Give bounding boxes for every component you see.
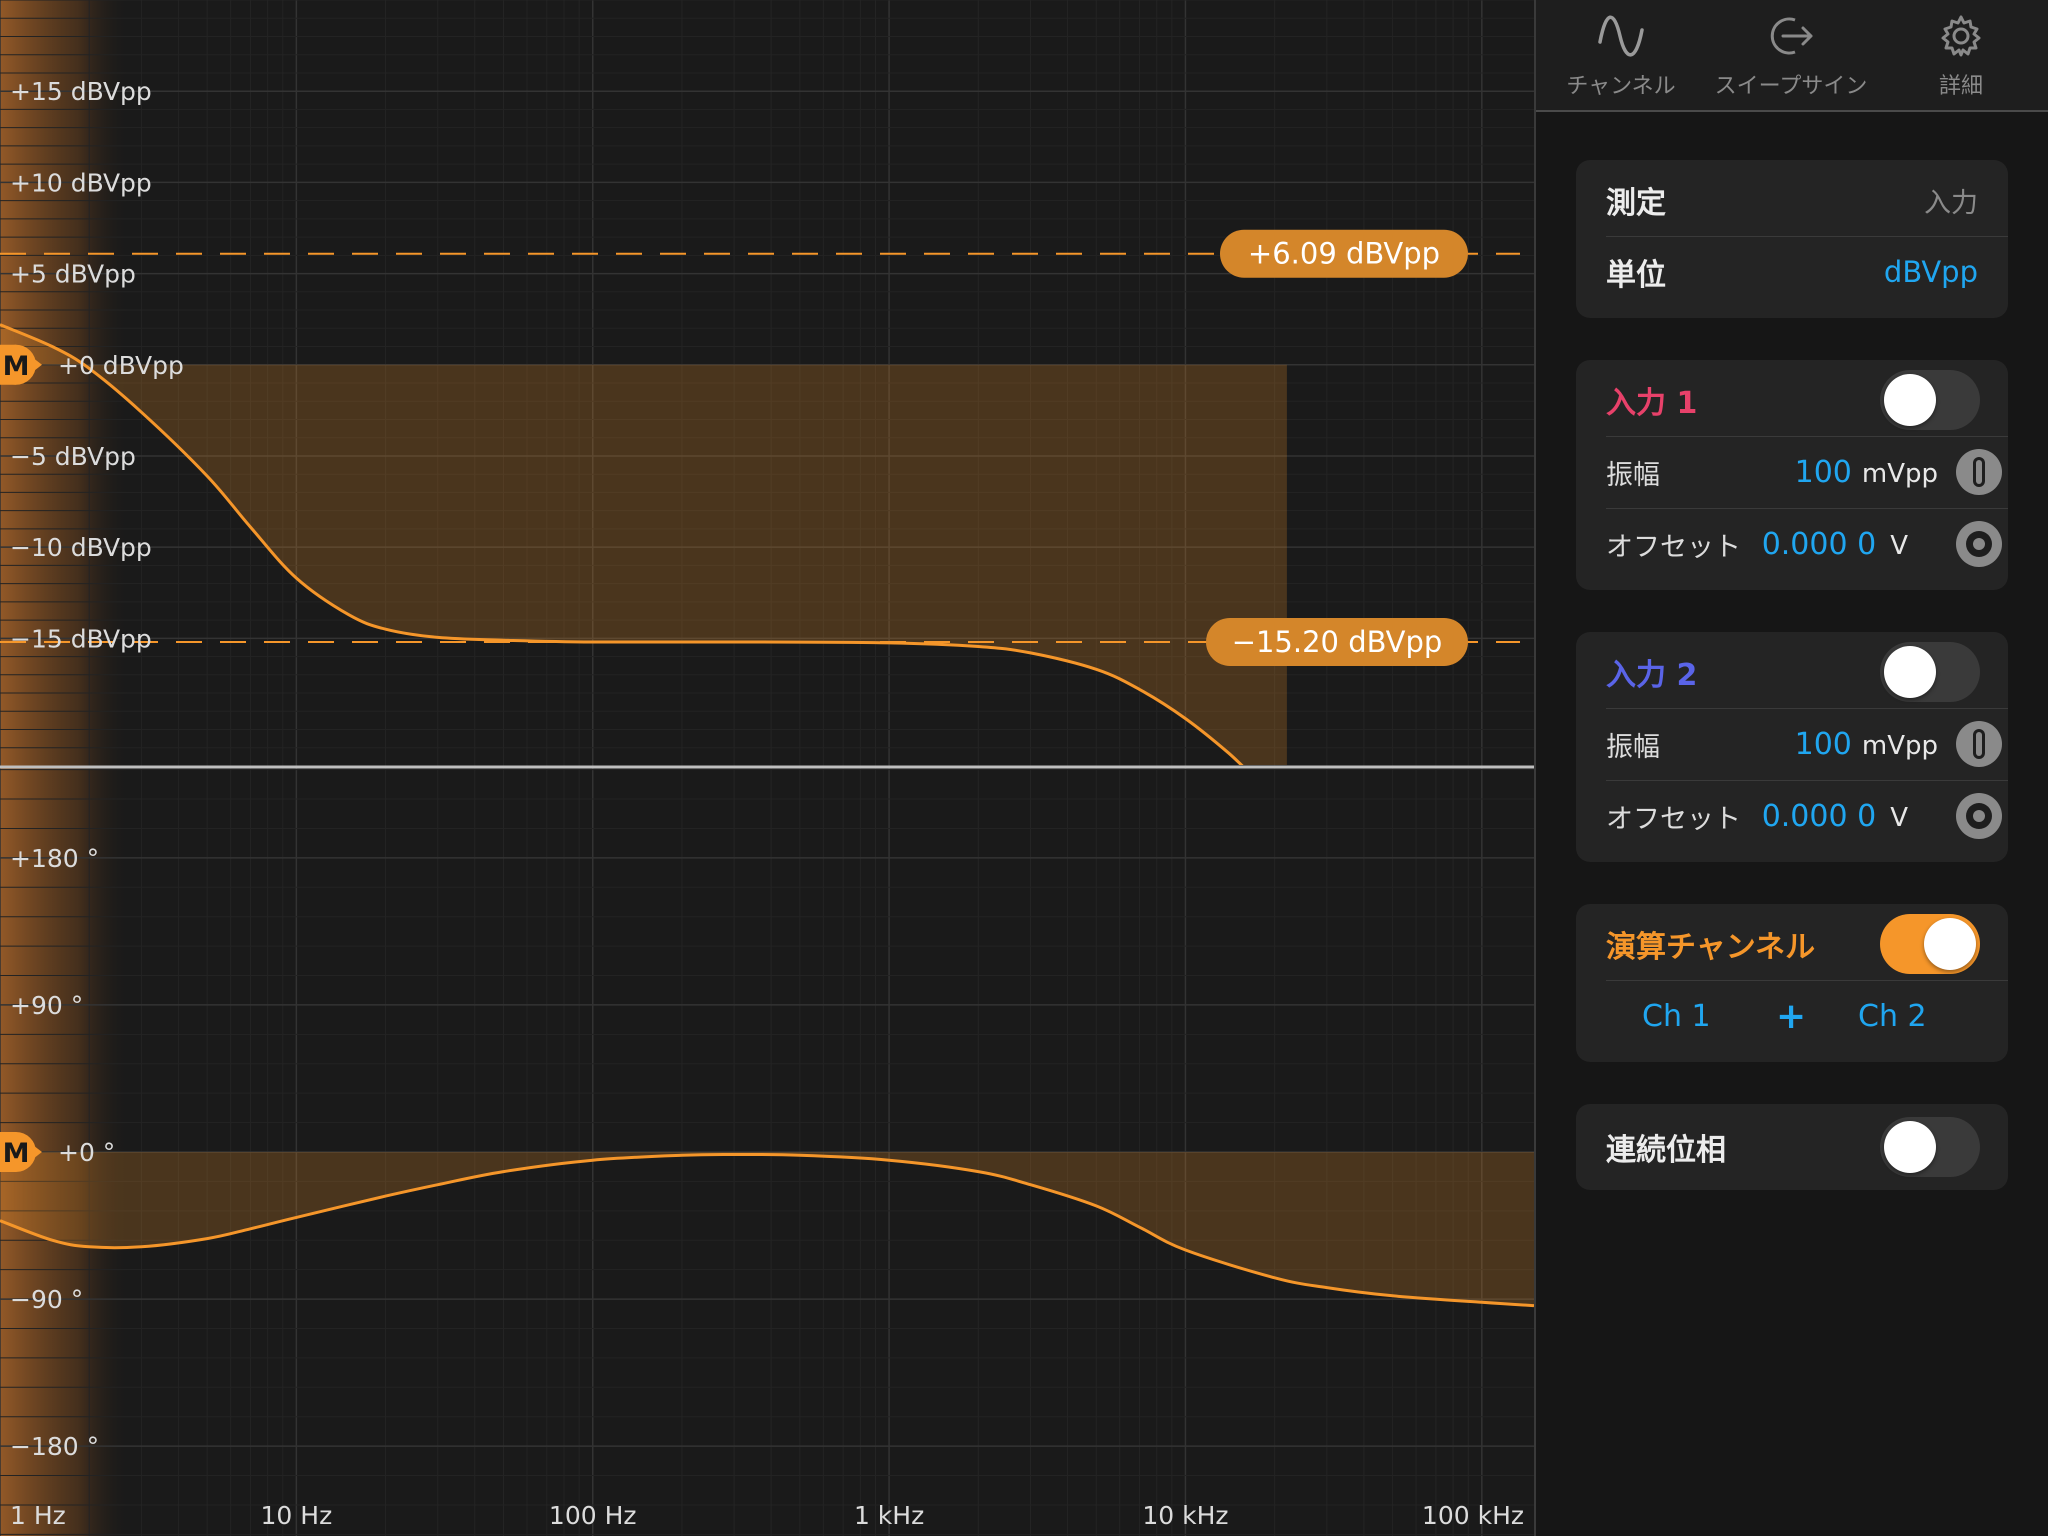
bode-plot-svg[interactable]: +6.09 dBVpp −15.20 dBVpp +15 dBVpp +10 dBV… bbox=[0, 0, 1534, 1536]
offset-unit: V bbox=[1890, 802, 1908, 833]
toggle-knob bbox=[1884, 374, 1936, 426]
input2-toggle[interactable] bbox=[1880, 642, 1980, 702]
math-operand-1[interactable]: Ch 1 bbox=[1642, 999, 1711, 1034]
continuous-phase-row: 連続位相 bbox=[1606, 1111, 2008, 1183]
input2-header: 入力 2 bbox=[1606, 636, 2008, 709]
y-tick-label: −5 dBVpp bbox=[10, 442, 136, 471]
input1-title: 入力 1 bbox=[1606, 386, 1698, 421]
measure-card: 測定 入力 単位 dBVpp bbox=[1576, 160, 2008, 318]
amplitude-label: 振幅 bbox=[1606, 459, 1660, 491]
input2-offset-row: オフセット 0.000 0 V bbox=[1606, 780, 2008, 852]
offset-unit: V bbox=[1890, 530, 1908, 561]
offset-value[interactable]: 0.000 0 bbox=[1762, 799, 1877, 834]
sweep-export-icon bbox=[1765, 12, 1817, 60]
measure-value[interactable]: 入力 bbox=[1924, 181, 1978, 220]
input1-header: 入力 1 bbox=[1606, 364, 2008, 437]
input2-title: 入力 2 bbox=[1606, 658, 1698, 693]
x-tick-label: 100 kHz bbox=[1422, 1501, 1524, 1530]
input1-amplitude-row: 振幅 100 mVpp bbox=[1606, 436, 2008, 509]
amplitude-knob-button[interactable] bbox=[1956, 721, 2002, 767]
input1-offset-row: オフセット 0.000 0 V bbox=[1606, 508, 2008, 580]
tab-details[interactable]: 詳細 bbox=[1876, 0, 2046, 110]
reference-label: +6.09 dBVpp bbox=[1248, 237, 1440, 271]
offset-label: オフセット bbox=[1606, 531, 1741, 563]
continuous-phase-label: 連続位相 bbox=[1606, 1133, 1726, 1168]
amplitude-value[interactable]: 100 bbox=[1795, 727, 1852, 762]
y-tick-label: +0 dBVpp bbox=[58, 351, 184, 380]
continuous-phase-toggle[interactable] bbox=[1880, 1117, 1980, 1177]
y-tick-label: +180 ° bbox=[10, 844, 99, 873]
y-tick-label: −15 dBVpp bbox=[10, 624, 152, 653]
offset-adjust-icon bbox=[1966, 803, 1992, 829]
math-channel-title: 演算チャンネル bbox=[1606, 930, 1816, 965]
offset-adjust-icon bbox=[1966, 531, 1992, 557]
math-operand-2[interactable]: Ch 2 bbox=[1858, 999, 1927, 1034]
amplitude-adjust-icon bbox=[1973, 457, 1985, 487]
bode-plot-area[interactable]: +6.09 dBVpp −15.20 dBVpp +15 dBVpp +10 dBV… bbox=[0, 0, 1534, 1536]
offset-knob-button[interactable] bbox=[1956, 793, 2002, 839]
tab-sweep-sine[interactable]: スイープサイン bbox=[1706, 0, 1876, 110]
settings-panel: チャンネル スイープサイン 詳細 測定 入力 単位 dBVpp 入力 1 振幅 … bbox=[1536, 0, 2048, 1536]
gear-icon bbox=[1937, 12, 1985, 60]
continuous-phase-card: 連続位相 bbox=[1576, 1104, 2008, 1190]
x-tick-label: 100 Hz bbox=[549, 1501, 637, 1530]
input2-card: 入力 2 振幅 100 mVpp オフセット 0.000 0 V bbox=[1576, 632, 2008, 862]
y-tick-label: −180 ° bbox=[10, 1432, 99, 1461]
sine-wave-icon bbox=[1596, 12, 1646, 60]
offset-knob-button[interactable] bbox=[1956, 521, 2002, 567]
toggle-knob bbox=[1924, 918, 1976, 970]
amplitude-adjust-icon bbox=[1973, 729, 1985, 759]
input1-card: 入力 1 振幅 100 mVpp オフセット 0.000 0 V bbox=[1576, 360, 2008, 590]
x-tick-label: 10 kHz bbox=[1142, 1501, 1228, 1530]
reference-label: −15.20 dBVpp bbox=[1232, 625, 1443, 659]
magnitude-marker-label: M bbox=[3, 351, 30, 382]
tab-bar: チャンネル スイープサイン 詳細 bbox=[1536, 0, 2048, 112]
y-tick-label: −90 ° bbox=[10, 1285, 83, 1314]
toggle-knob bbox=[1884, 1121, 1936, 1173]
amplitude-unit: mVpp bbox=[1861, 730, 1938, 761]
y-tick-label: +90 ° bbox=[10, 991, 83, 1020]
math-expression-row: Ch 1 + Ch 2 bbox=[1576, 980, 2008, 1052]
tab-label: チャンネル bbox=[1566, 74, 1676, 99]
amplitude-knob-button[interactable] bbox=[1956, 449, 2002, 495]
amplitude-unit: mVpp bbox=[1861, 458, 1938, 489]
tab-label: スイープサイン bbox=[1714, 74, 1868, 99]
unit-row[interactable]: 単位 dBVpp bbox=[1606, 236, 2008, 308]
tab-channel[interactable]: チャンネル bbox=[1536, 0, 1706, 110]
amplitude-label: 振幅 bbox=[1606, 731, 1660, 763]
y-tick-label: +0 ° bbox=[58, 1138, 115, 1167]
unit-label: 単位 bbox=[1606, 258, 1666, 293]
x-tick-label: 10 Hz bbox=[261, 1501, 333, 1530]
y-tick-label: +5 dBVpp bbox=[10, 260, 136, 289]
x-tick-label: 1 Hz bbox=[10, 1501, 66, 1530]
tab-label: 詳細 bbox=[1938, 74, 1983, 99]
math-channel-header: 演算チャンネル bbox=[1606, 908, 2008, 981]
y-tick-label: −10 dBVpp bbox=[10, 533, 152, 562]
math-channel-toggle[interactable] bbox=[1880, 914, 1980, 974]
y-tick-label: +15 dBVpp bbox=[10, 77, 152, 106]
phase-area-fill bbox=[0, 1152, 1534, 1306]
toggle-knob bbox=[1884, 646, 1936, 698]
amplitude-value[interactable]: 100 bbox=[1795, 455, 1852, 490]
measure-label: 測定 bbox=[1606, 186, 1666, 221]
x-tick-label: 1 kHz bbox=[854, 1501, 924, 1530]
offset-value[interactable]: 0.000 0 bbox=[1762, 527, 1877, 562]
math-operator[interactable]: + bbox=[1776, 996, 1806, 1037]
unit-value[interactable]: dBVpp bbox=[1884, 255, 1978, 289]
input2-amplitude-row: 振幅 100 mVpp bbox=[1606, 708, 2008, 781]
measure-row[interactable]: 測定 入力 bbox=[1606, 164, 2008, 237]
offset-label: オフセット bbox=[1606, 803, 1741, 835]
input1-toggle[interactable] bbox=[1880, 370, 1980, 430]
math-channel-card: 演算チャンネル Ch 1 + Ch 2 bbox=[1576, 904, 2008, 1062]
y-tick-label: +10 dBVpp bbox=[10, 168, 152, 197]
phase-marker-label: M bbox=[3, 1138, 30, 1169]
